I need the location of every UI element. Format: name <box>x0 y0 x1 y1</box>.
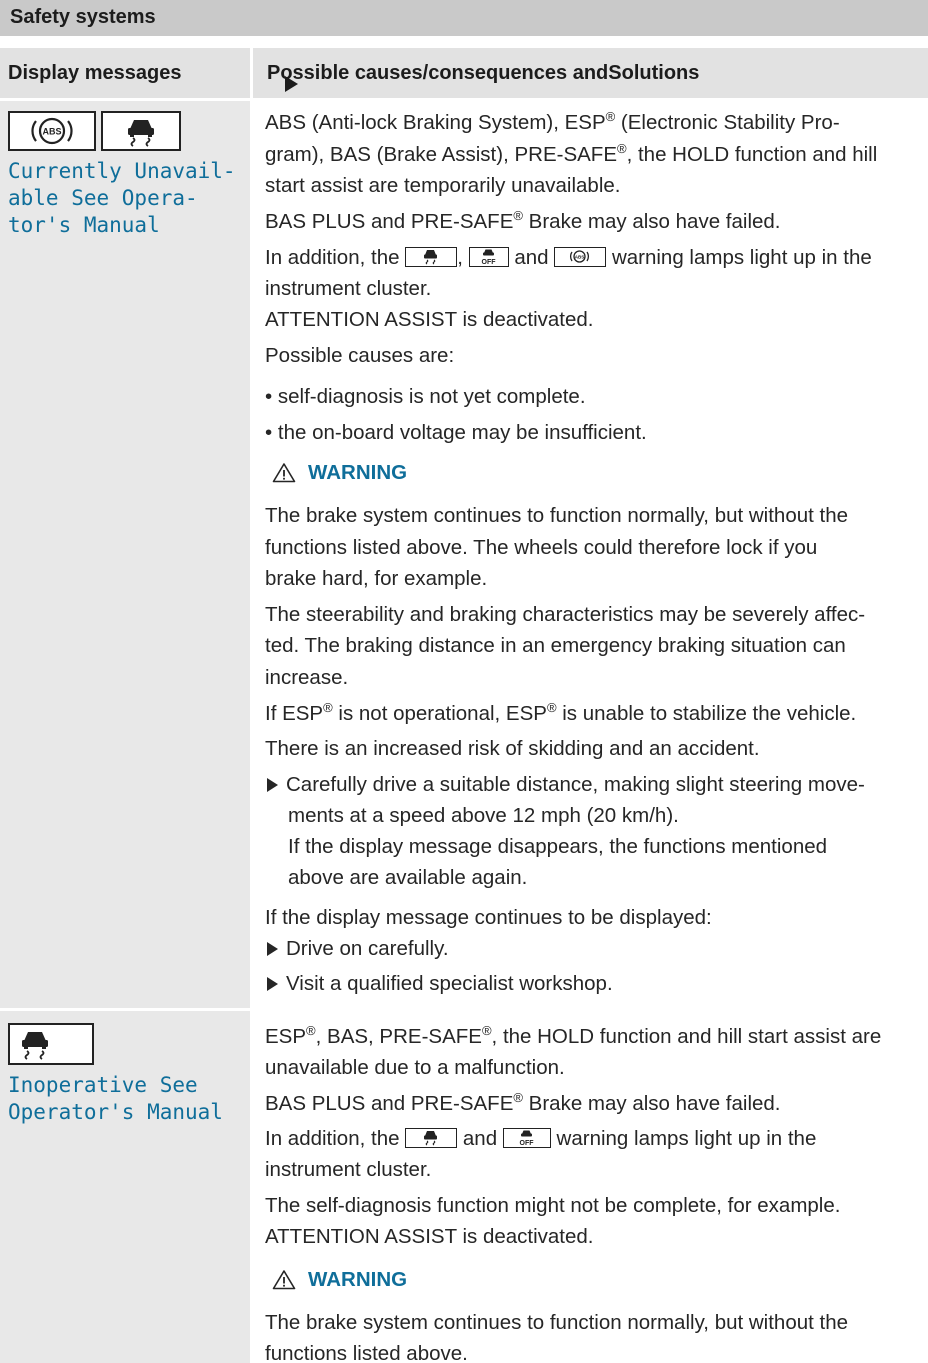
manual-page: Safety systems Display messages Possible… <box>0 0 928 1363</box>
esp-warning-icon <box>405 1128 458 1148</box>
text-line: functions listed above. <box>265 1342 468 1363</box>
column-header-left-label: Display messages <box>8 62 182 84</box>
text-line: ATTENTION ASSIST is deactivated. <box>265 308 594 331</box>
text-line: BAS PLUS and PRE-SAFE® Brake may also ha… <box>265 208 781 233</box>
section-title: Safety systems <box>10 6 156 28</box>
text-line: The self-diagnosis function might not be… <box>265 1194 841 1217</box>
column-header-causes-solutions: Possible causes/consequences and Solution… <box>253 48 928 98</box>
text-line: If the display message disappears, the f… <box>288 835 828 858</box>
instruction-step: Visit a qualified specialist workshop. <box>265 969 613 998</box>
text-line: The steerability and braking characteris… <box>265 603 866 626</box>
text-line: functions listed above. The wheels could… <box>265 536 818 559</box>
lamps-sentence: In addition, the , OFF and ABS warning l… <box>265 246 872 269</box>
row1-display-message: Currently Unavail- able See Opera- tor's… <box>8 159 236 237</box>
text-line: increase. <box>265 666 349 689</box>
text-line: above are available again. <box>288 866 528 889</box>
warning-heading: WARNING <box>272 1268 407 1292</box>
warning-triangle-icon <box>272 463 296 483</box>
text-line: brake hard, for example. <box>265 567 488 590</box>
section-header: Safety systems <box>0 0 928 36</box>
row2-display-message: Inoperative See Operator's Manual <box>8 1073 223 1124</box>
warning-triangle-icon <box>272 1270 296 1290</box>
row2-display-cell: Inoperative See Operator's Manual <box>0 1011 250 1363</box>
svg-text:OFF: OFF <box>481 259 496 265</box>
esp-off-icon: OFF <box>468 247 509 267</box>
svg-text:ABS: ABS <box>575 255 585 260</box>
step-arrow-icon <box>267 942 278 956</box>
step-arrow-icon <box>267 778 278 792</box>
text-line: If ESP® is not operational, ESP® is unab… <box>265 700 857 725</box>
svg-text:OFF: OFF <box>519 1140 534 1146</box>
text-line: instrument cluster. <box>265 277 432 300</box>
text-line: gram), BAS (Brake Assist), PRE-SAFE®, th… <box>265 141 878 166</box>
text-line: start assist are temporarily unavailable… <box>265 174 621 197</box>
arrow-right-icon <box>285 76 298 92</box>
esp-warning-icon <box>101 111 181 151</box>
text-line: If the display message continues to be d… <box>265 906 712 929</box>
instruction-step: Drive on carefully. <box>265 934 449 963</box>
text-line: There is an increased risk of skidding a… <box>265 737 760 760</box>
column-header-right-label: Possible causes/consequences and <box>267 62 609 84</box>
column-header-solutions-label: Solutions <box>608 62 700 84</box>
text-line: unavailable due to a malfunction. <box>265 1056 565 1079</box>
list-item: • self-diagnosis is not yet complete. <box>265 385 586 408</box>
text-line: Possible causes are: <box>265 344 455 367</box>
text-line: BAS PLUS and PRE-SAFE® Brake may also ha… <box>265 1090 781 1115</box>
text-line: ATTENTION ASSIST is deactivated. <box>265 1225 594 1248</box>
text-line: instrument cluster. <box>265 1158 432 1181</box>
step-arrow-icon <box>267 977 278 991</box>
svg-text:ABS: ABS <box>42 127 61 137</box>
abs-warning-icon: ABS <box>8 111 96 151</box>
text-line: ABS (Anti-lock Braking System), ESP® (El… <box>265 109 840 134</box>
warning-heading: WARNING <box>272 461 407 485</box>
esp-warning-icon <box>405 247 458 267</box>
column-header-display-messages: Display messages <box>0 48 250 98</box>
lamps-sentence: In addition, the and OFF warning lamps l… <box>265 1127 817 1150</box>
text-line: The brake system continues to function n… <box>265 1311 849 1334</box>
abs-warning-icon: ABS <box>554 247 607 267</box>
text-line: The brake system continues to function n… <box>265 504 849 527</box>
text-line: ments at a speed above 12 mph (20 km/h). <box>288 804 679 827</box>
list-item: • the on-board voltage may be insufficie… <box>265 421 647 444</box>
text-line: ted. The braking distance in an emergenc… <box>265 634 846 657</box>
esp-off-icon: OFF <box>502 1128 551 1148</box>
esp-warning-icon <box>8 1023 94 1065</box>
row1-display-cell: ABS Currently Unavail- able See Opera- t… <box>0 101 250 1008</box>
text-line: ESP®, BAS, PRE-SAFE®, the HOLD function … <box>265 1023 882 1048</box>
instruction-step: Carefully drive a suitable distance, mak… <box>265 770 865 799</box>
